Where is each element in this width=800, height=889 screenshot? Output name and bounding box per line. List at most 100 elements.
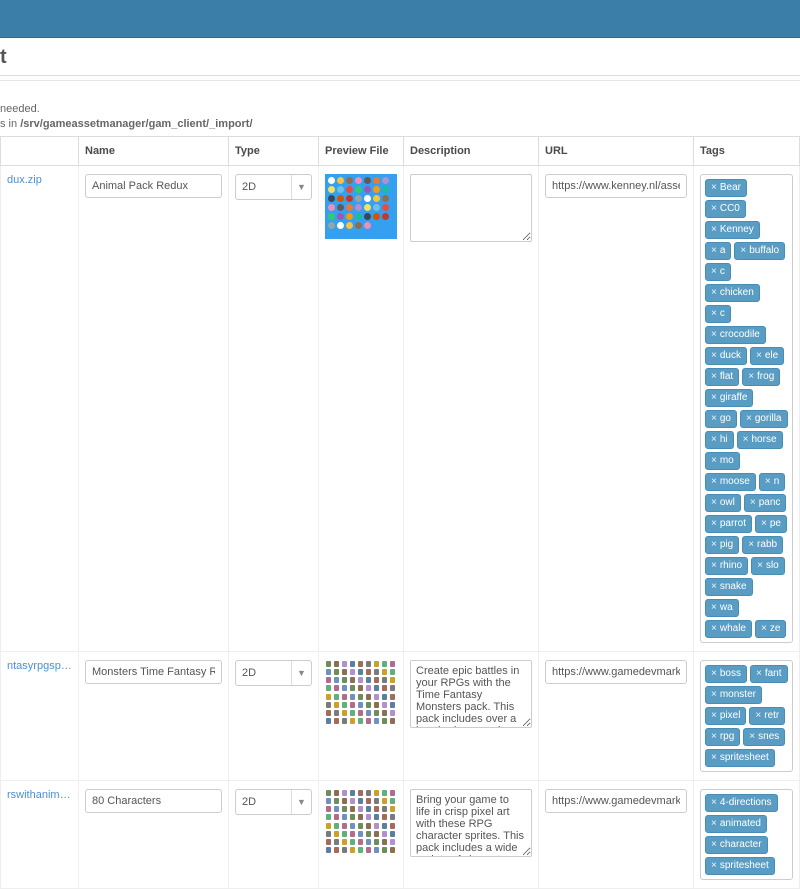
tag-chip[interactable]: ×rpg <box>705 728 740 746</box>
close-icon[interactable]: × <box>711 455 717 467</box>
close-icon[interactable]: × <box>711 476 717 488</box>
close-icon[interactable]: × <box>711 266 717 278</box>
description-textarea[interactable]: Bring your game to life in crisp pixel a… <box>410 789 532 857</box>
close-icon[interactable]: × <box>711 539 717 551</box>
file-link[interactable]: rswithanima… <box>7 789 72 801</box>
file-link[interactable]: dux.zip <box>7 174 42 186</box>
tag-chip[interactable]: ×pig <box>705 536 739 554</box>
close-icon[interactable]: × <box>711 434 717 446</box>
close-icon[interactable]: × <box>711 392 717 404</box>
type-select[interactable]: 2D▼ <box>235 660 312 686</box>
tag-chip[interactable]: ×n <box>759 473 785 491</box>
tag-chip[interactable]: ×a <box>705 242 731 260</box>
tag-chip[interactable]: ×fant <box>750 665 788 683</box>
tag-chip[interactable]: ×crocodile <box>705 326 766 344</box>
close-icon[interactable]: × <box>711 710 717 722</box>
close-icon[interactable]: × <box>746 413 752 425</box>
close-icon[interactable]: × <box>711 668 717 680</box>
tag-chip[interactable]: ×mo <box>705 452 740 470</box>
close-icon[interactable]: × <box>740 245 746 257</box>
tag-chip[interactable]: ×go <box>705 410 737 428</box>
tag-chip[interactable]: ×horse <box>737 431 783 449</box>
tag-chip[interactable]: ×slo <box>751 557 785 575</box>
close-icon[interactable]: × <box>756 668 762 680</box>
tag-chip[interactable]: ×ze <box>755 620 786 638</box>
close-icon[interactable]: × <box>711 602 717 614</box>
preview-thumbnail[interactable] <box>325 789 397 854</box>
tag-chip[interactable]: ×gorilla <box>740 410 788 428</box>
tag-chip[interactable]: ×chicken <box>705 284 760 302</box>
type-select[interactable]: 2D▼ <box>235 174 312 200</box>
close-icon[interactable]: × <box>748 539 754 551</box>
close-icon[interactable]: × <box>711 224 717 236</box>
tag-chip[interactable]: ×whale <box>705 620 752 638</box>
close-icon[interactable]: × <box>711 860 717 872</box>
tag-chip[interactable]: ×character <box>705 836 768 854</box>
close-icon[interactable]: × <box>749 731 755 743</box>
close-icon[interactable]: × <box>711 752 717 764</box>
tag-chip[interactable]: ×4-directions <box>705 794 778 812</box>
tag-chip[interactable]: ×boss <box>705 665 747 683</box>
close-icon[interactable]: × <box>711 689 717 701</box>
close-icon[interactable]: × <box>711 581 717 593</box>
description-textarea[interactable]: Create epic battles in your RPGs with th… <box>410 660 532 728</box>
name-input[interactable] <box>85 174 222 198</box>
close-icon[interactable]: × <box>711 182 717 194</box>
tag-chip[interactable]: ×parrot <box>705 515 752 533</box>
close-icon[interactable]: × <box>711 818 717 830</box>
tag-chip[interactable]: ×giraffe <box>705 389 753 407</box>
tag-chip[interactable]: ×panc <box>744 494 787 512</box>
close-icon[interactable]: × <box>755 710 761 722</box>
tag-chip[interactable]: ×Kenney <box>705 221 760 239</box>
tag-chip[interactable]: ×hi <box>705 431 734 449</box>
close-icon[interactable]: × <box>711 623 717 635</box>
close-icon[interactable]: × <box>765 476 771 488</box>
tag-chip[interactable]: ×monster <box>705 686 762 704</box>
close-icon[interactable]: × <box>711 413 717 425</box>
tag-chip[interactable]: ×snake <box>705 578 753 596</box>
close-icon[interactable]: × <box>711 350 717 362</box>
close-icon[interactable]: × <box>711 839 717 851</box>
file-link[interactable]: ntasyrpgspr… <box>7 660 72 672</box>
close-icon[interactable]: × <box>761 518 767 530</box>
tag-chip[interactable]: ×ele <box>750 347 784 365</box>
tag-chip[interactable]: ×wa <box>705 599 739 617</box>
tag-chip[interactable]: ×pe <box>755 515 787 533</box>
tag-input[interactable]: ×4-directions ×animated ×character ×sprites… <box>700 789 793 880</box>
close-icon[interactable]: × <box>711 203 717 215</box>
close-icon[interactable]: × <box>711 287 717 299</box>
tag-chip[interactable]: ×spritesheet <box>705 749 775 767</box>
close-icon[interactable]: × <box>711 245 717 257</box>
close-icon[interactable]: × <box>756 350 762 362</box>
url-input[interactable] <box>545 174 687 198</box>
preview-thumbnail[interactable] <box>325 660 397 725</box>
close-icon[interactable]: × <box>711 560 717 572</box>
close-icon[interactable]: × <box>711 497 717 509</box>
close-icon[interactable]: × <box>761 623 767 635</box>
tag-chip[interactable]: ×moose <box>705 473 756 491</box>
type-select[interactable]: 2D▼ <box>235 789 312 815</box>
tag-chip[interactable]: ×snes <box>743 728 785 746</box>
tag-chip[interactable]: ×c <box>705 305 731 323</box>
tag-chip[interactable]: ×retr <box>749 707 785 725</box>
tag-chip[interactable]: ×spritesheet <box>705 857 775 875</box>
tag-chip[interactable]: ×CC0 <box>705 200 746 218</box>
tag-chip[interactable]: ×Bear <box>705 179 747 197</box>
tag-input[interactable]: ×boss×fant×monster×pixel×retr×rpg×snes×s… <box>700 660 793 772</box>
preview-thumbnail[interactable] <box>325 174 397 239</box>
url-input[interactable] <box>545 789 687 813</box>
close-icon[interactable]: × <box>711 329 717 341</box>
close-icon[interactable]: × <box>743 434 749 446</box>
description-textarea[interactable] <box>410 174 532 242</box>
tag-chip[interactable]: ×animated <box>705 815 767 833</box>
close-icon[interactable]: × <box>711 731 717 743</box>
close-icon[interactable]: × <box>711 797 717 809</box>
tag-input[interactable]: ×Bear×CC0×Kenney×a×buffalo×c×chicken×c×c… <box>700 174 793 643</box>
close-icon[interactable]: × <box>757 560 763 572</box>
tag-chip[interactable]: ×flat <box>705 368 739 386</box>
tag-chip[interactable]: ×rabb <box>742 536 783 554</box>
url-input[interactable] <box>545 660 687 684</box>
tag-chip[interactable]: ×rhino <box>705 557 748 575</box>
name-input[interactable] <box>85 789 222 813</box>
close-icon[interactable]: × <box>748 371 754 383</box>
